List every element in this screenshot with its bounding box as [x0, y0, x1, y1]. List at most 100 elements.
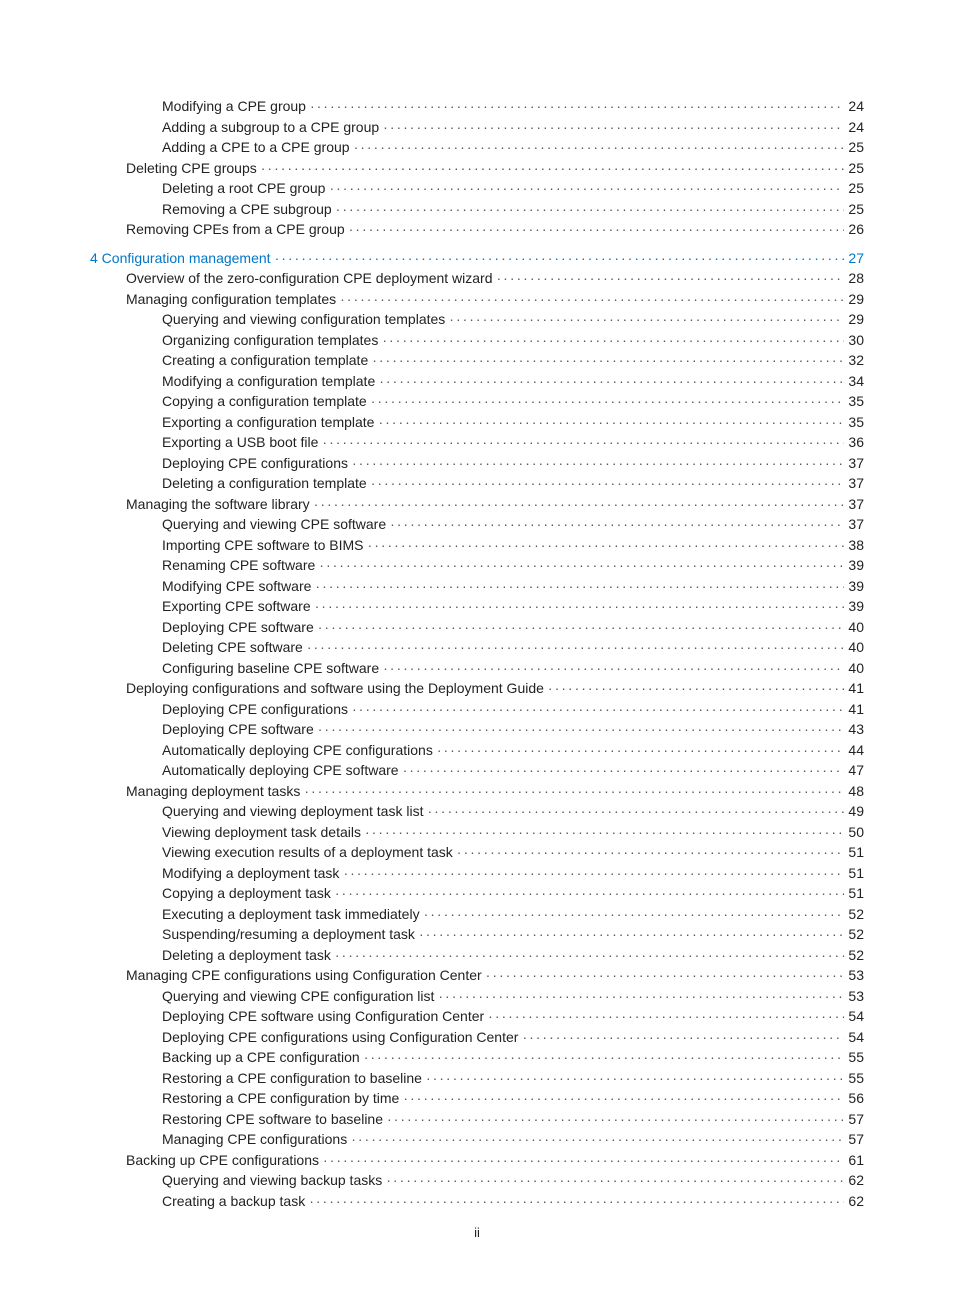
- toc-entry-label: Deleting a configuration template: [162, 473, 367, 494]
- toc-entry-page: 55: [848, 1068, 864, 1089]
- toc-entry[interactable]: Deploying CPE configurations using Confi…: [162, 1027, 864, 1048]
- toc-entry[interactable]: Backing up a CPE configuration··········…: [162, 1047, 864, 1068]
- toc-entry[interactable]: Deploying CPE software using Configurati…: [162, 1006, 864, 1027]
- toc-leader-dots: ········································…: [427, 801, 844, 822]
- toc-entry[interactable]: Configuring baseline CPE software·······…: [162, 658, 864, 679]
- toc-leader-dots: ········································…: [314, 494, 845, 515]
- toc-entry[interactable]: Querying and viewing backup tasks·······…: [162, 1170, 864, 1191]
- toc-entry[interactable]: Automatically deploying CPE software····…: [162, 760, 864, 781]
- toc-entry[interactable]: Suspending/resuming a deployment task···…: [162, 924, 864, 945]
- toc-entry[interactable]: Managing the software library···········…: [126, 494, 864, 515]
- toc-entry-page: 57: [848, 1129, 864, 1150]
- toc-entry[interactable]: Deleting a root CPE group···············…: [162, 178, 864, 199]
- toc-entry[interactable]: Deleting a configuration template·······…: [162, 473, 864, 494]
- toc-entry[interactable]: Renaming CPE software···················…: [162, 555, 864, 576]
- toc-entry-label: Managing CPE configurations: [162, 1129, 347, 1150]
- toc-entry[interactable]: Deploying CPE software··················…: [162, 617, 864, 638]
- toc-leader-dots: ········································…: [438, 986, 844, 1007]
- toc-entry[interactable]: Modifying a configuration template······…: [162, 371, 864, 392]
- toc-entry-page: 29: [848, 309, 864, 330]
- toc-entry[interactable]: Querying and viewing deployment task lis…: [162, 801, 864, 822]
- toc-leader-dots: ········································…: [382, 330, 844, 351]
- toc-entry-label: Restoring a CPE configuration by time: [162, 1088, 399, 1109]
- toc-entry[interactable]: Organizing configuration templates······…: [162, 330, 864, 351]
- toc-entry[interactable]: Executing a deployment task immediately·…: [162, 904, 864, 925]
- toc-entry[interactable]: Modifying a deployment task·············…: [162, 863, 864, 884]
- toc-entry[interactable]: Querying and viewing CPE configuration l…: [162, 986, 864, 1007]
- toc-entry-page: 53: [848, 986, 864, 1007]
- toc-entry[interactable]: Exporting a configuration template······…: [162, 412, 864, 433]
- toc-entry-label: Backing up CPE configurations: [126, 1150, 319, 1171]
- toc-entry-label: Querying and viewing CPE software: [162, 514, 386, 535]
- toc-entry[interactable]: Deploying CPE configurations············…: [162, 453, 864, 474]
- toc-entry[interactable]: Deleting CPE software···················…: [162, 637, 864, 658]
- toc-leader-dots: ········································…: [383, 117, 844, 138]
- toc-entry[interactable]: Copying a configuration template········…: [162, 391, 864, 412]
- toc-entry[interactable]: Deploying configurations and software us…: [126, 678, 864, 699]
- toc-entry-label: Copying a deployment task: [162, 883, 331, 904]
- toc-entry-page: 37: [848, 453, 864, 474]
- toc-entry[interactable]: Creating a backup task··················…: [162, 1191, 864, 1212]
- toc-entry-page: 61: [848, 1150, 864, 1171]
- toc-entry[interactable]: Managing CPE configurations using Config…: [126, 965, 864, 986]
- toc-entry[interactable]: 4 Configuration management··············…: [90, 248, 864, 269]
- toc-entry[interactable]: Overview of the zero-configuration CPE d…: [126, 268, 864, 289]
- toc-entry[interactable]: Automatically deploying CPE configuratio…: [162, 740, 864, 761]
- toc-entry[interactable]: Copying a deployment task···············…: [162, 883, 864, 904]
- toc-leader-dots: ········································…: [403, 760, 845, 781]
- toc-entry[interactable]: Viewing execution results of a deploymen…: [162, 842, 864, 863]
- toc-entry[interactable]: Adding a CPE to a CPE group·············…: [162, 137, 864, 158]
- toc-entry-page: 51: [848, 842, 864, 863]
- toc-entry[interactable]: Restoring a CPE configuration by time···…: [162, 1088, 864, 1109]
- toc-entry[interactable]: Managing CPE configurations·············…: [162, 1129, 864, 1150]
- toc-entry[interactable]: Exporting a USB boot file···············…: [162, 432, 864, 453]
- toc-entry-label: 4 Configuration management: [90, 248, 271, 269]
- toc-entry[interactable]: Restoring a CPE configuration to baselin…: [162, 1068, 864, 1089]
- toc-leader-dots: ········································…: [354, 137, 845, 158]
- toc-entry[interactable]: Removing a CPE subgroup·················…: [162, 199, 864, 220]
- toc-entry[interactable]: Creating a configuration template·······…: [162, 350, 864, 371]
- toc-entry[interactable]: Managing configuration templates········…: [126, 289, 864, 310]
- toc-entry-label: Removing a CPE subgroup: [162, 199, 332, 220]
- toc-leader-dots: ········································…: [340, 289, 844, 310]
- toc-entry[interactable]: Managing deployment tasks···············…: [126, 781, 864, 802]
- toc-leader-dots: ········································…: [318, 719, 845, 740]
- toc-leader-dots: ········································…: [329, 178, 844, 199]
- toc-entry[interactable]: Querying and viewing CPE software·······…: [162, 514, 864, 535]
- toc-entry-page: 35: [848, 412, 864, 433]
- toc-entry-page: 54: [848, 1006, 864, 1027]
- toc-entry[interactable]: Deleting a deployment task··············…: [162, 945, 864, 966]
- toc-entry[interactable]: Querying and viewing configuration templ…: [162, 309, 864, 330]
- toc-entry-page: 37: [848, 514, 864, 535]
- toc-entry-label: Managing the software library: [126, 494, 310, 515]
- toc-entry[interactable]: Importing CPE software to BIMS··········…: [162, 535, 864, 556]
- toc-entry[interactable]: Adding a subgroup to a CPE group········…: [162, 117, 864, 138]
- toc-entry[interactable]: Removing CPEs from a CPE group··········…: [126, 219, 864, 240]
- toc-leader-dots: ········································…: [372, 350, 844, 371]
- toc-entry[interactable]: Deleting CPE groups·····················…: [126, 158, 864, 179]
- toc-entry-label: Deploying CPE configurations: [162, 453, 348, 474]
- toc-entry[interactable]: Modifying a CPE group···················…: [162, 96, 864, 117]
- toc-leader-dots: ········································…: [379, 371, 844, 392]
- toc-entry-page: 26: [848, 219, 864, 240]
- toc-entry[interactable]: Backing up CPE configurations···········…: [126, 1150, 864, 1171]
- toc-list: Modifying a CPE group···················…: [90, 96, 864, 1211]
- toc-leader-dots: ········································…: [310, 96, 844, 117]
- toc-entry-label: Renaming CPE software: [162, 555, 315, 576]
- toc-entry-label: Restoring a CPE configuration to baselin…: [162, 1068, 422, 1089]
- toc-leader-dots: ········································…: [261, 158, 845, 179]
- toc-entry-label: Modifying a deployment task: [162, 863, 339, 884]
- toc-entry-label: Organizing configuration templates: [162, 330, 378, 351]
- toc-leader-dots: ········································…: [322, 432, 844, 453]
- toc-entry-page: 53: [848, 965, 864, 986]
- toc-entry[interactable]: Deploying CPE configurations············…: [162, 699, 864, 720]
- toc-entry[interactable]: Restoring CPE software to baseline······…: [162, 1109, 864, 1130]
- toc-entry-label: Managing CPE configurations using Config…: [126, 965, 482, 986]
- toc-entry[interactable]: Viewing deployment task details·········…: [162, 822, 864, 843]
- toc-entry[interactable]: Deploying CPE software··················…: [162, 719, 864, 740]
- toc-entry[interactable]: Modifying CPE software··················…: [162, 576, 864, 597]
- toc-entry[interactable]: Exporting CPE software··················…: [162, 596, 864, 617]
- toc-entry-label: Deleting CPE software: [162, 637, 303, 658]
- toc-leader-dots: ········································…: [365, 822, 844, 843]
- toc-entry-label: Querying and viewing configuration templ…: [162, 309, 445, 330]
